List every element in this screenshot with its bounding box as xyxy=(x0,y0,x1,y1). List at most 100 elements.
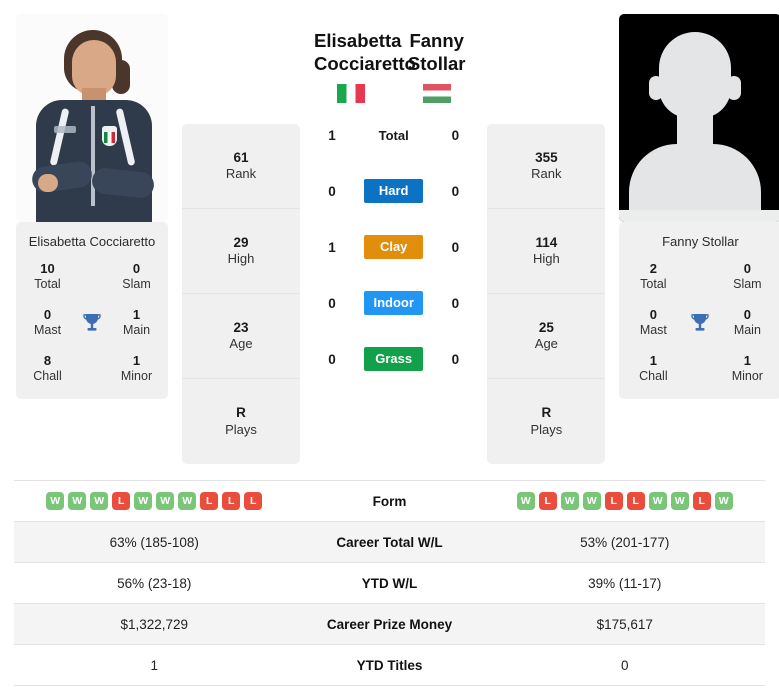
left-titles-main-label: Main xyxy=(122,323,151,338)
form-badge-win: W xyxy=(134,492,153,510)
right-stat-plays-value: R xyxy=(541,405,552,421)
left-stat-age: 23 Age xyxy=(182,294,300,379)
h2h-total-label: Total xyxy=(378,127,409,143)
left-stat-high: 29 High xyxy=(182,209,300,294)
left-player-stats-column: 61 Rank 29 High 23 Age R Plays xyxy=(182,14,300,464)
h2h-indoor-left: 0 xyxy=(328,295,336,311)
left-career-total-wl: 63% (185-108) xyxy=(109,534,199,550)
left-player-form: WWWLWWWLLL xyxy=(14,492,295,510)
comparison-table: WWWLWWWLLL Form WLWWLLWWLW 63% (185-108)… xyxy=(14,480,765,686)
right-titles-minor-label: Minor xyxy=(731,369,763,383)
left-player-name-block: Elisabetta Cocciaretto xyxy=(314,14,416,104)
surface-button-indoor[interactable]: Indoor xyxy=(364,291,424,316)
left-stat-rank: 61 Rank xyxy=(182,124,300,209)
table-row: 63% (185-108) Career Total W/L 53% (201-… xyxy=(14,522,765,563)
surface-button-clay[interactable]: Clay xyxy=(364,235,424,260)
row-label-ytd-titles: YTD Titles xyxy=(356,657,423,673)
form-badge-loss: L xyxy=(244,492,263,510)
flag-italy-icon xyxy=(336,84,365,104)
left-stat-rank-value: 61 xyxy=(233,149,249,165)
right-titles-total: 2 Total xyxy=(627,261,679,293)
left-player-photo-caption: Elisabetta Cocciaretto xyxy=(28,234,156,249)
left-ytd-titles: 1 xyxy=(150,657,158,673)
right-stat-rank-label: Rank xyxy=(531,166,562,182)
right-player-photo-caption: Fanny Stollar xyxy=(662,234,739,249)
table-row: WWWLWWWLLL Form WLWWLLWWLW xyxy=(14,481,765,522)
right-player-name: Fanny Stollar xyxy=(407,30,466,74)
right-titles-main-label: Main xyxy=(733,323,761,338)
left-player-last-name: Cocciaretto xyxy=(314,52,416,74)
h2h-hard-left: 0 xyxy=(328,183,336,199)
right-player-photo-column: Fanny Stollar 2 Total 0 Slam 0 Mast 0 Ma… xyxy=(619,14,779,464)
left-titles-mast-value: 0 xyxy=(43,306,52,322)
right-ytd-wl: 39% (11-17) xyxy=(588,575,662,591)
table-row: 1 YTD Titles 0 xyxy=(14,645,765,686)
left-player-stat-stack: 61 Rank 29 High 23 Age R Plays xyxy=(182,124,300,464)
right-player-stat-stack: 355 Rank 114 High 25 Age R Plays xyxy=(487,124,606,464)
h2h-row-indoor: 0 Indoor 0 xyxy=(314,289,473,317)
left-titles-slam-label: Slam xyxy=(122,277,151,292)
left-titles-mast: 0 Mast xyxy=(24,307,71,339)
right-stat-plays: R Plays xyxy=(487,379,605,464)
form-badge-win: W xyxy=(90,492,109,510)
right-player-stats-column: 355 Rank 114 High 25 Age R Plays xyxy=(487,14,606,464)
row-label-career-total-wl: Career Total W/L xyxy=(336,534,443,550)
left-stat-age-label: Age xyxy=(229,336,253,352)
left-titles-chall-label: Chall xyxy=(33,369,62,383)
right-titles-total-value: 2 xyxy=(649,261,657,276)
head-to-head-surface-breakdown: 1 Total 0 0 Hard 0 1 Clay 0 0 Indoor 0 0 xyxy=(314,121,473,373)
left-stat-plays-label: Plays xyxy=(225,421,257,437)
left-stat-high-value: 29 xyxy=(233,234,249,250)
right-stat-rank: 355 Rank xyxy=(487,124,606,209)
right-ytd-titles: 0 xyxy=(620,657,629,673)
right-stat-high: 114 High xyxy=(487,209,606,294)
table-row: $1,322,729 Career Prize Money $175,617 xyxy=(14,604,765,645)
table-row: 56% (23-18) YTD W/L 39% (11-17) xyxy=(14,563,765,604)
left-stat-plays-value: R xyxy=(236,405,246,421)
left-titles-minor-label: Minor xyxy=(120,369,153,383)
surface-button-grass[interactable]: Grass xyxy=(364,347,424,372)
left-titles-slam: 0 Slam xyxy=(113,261,160,293)
left-titles-total-label: Total xyxy=(34,277,61,292)
right-stat-age-value: 25 xyxy=(538,319,554,335)
form-badge-win: W xyxy=(560,492,579,510)
right-titles-slam: 0 Slam xyxy=(721,261,773,293)
h2h-row-clay: 1 Clay 0 xyxy=(314,233,473,261)
form-badge-loss: L xyxy=(222,492,241,510)
form-badge-win: W xyxy=(582,492,601,510)
left-player-first-name: Elisabetta xyxy=(314,30,402,51)
head-to-head-column: Elisabetta Cocciaretto Fanny Stollar 1 T… xyxy=(314,14,473,464)
left-stat-high-label: High xyxy=(227,251,255,267)
form-badge-loss: L xyxy=(200,492,219,510)
left-titles-chall: 8 Chall xyxy=(24,353,71,385)
row-label-ytd-wl: YTD W/L xyxy=(361,575,418,591)
h2h-total-left: 1 xyxy=(328,127,336,143)
h2h-grass-left: 0 xyxy=(328,351,336,367)
surface-button-hard[interactable]: Hard xyxy=(364,179,424,204)
right-stat-age-label: Age xyxy=(534,336,558,352)
right-titles-mast-label: Mast xyxy=(639,323,667,338)
right-titles-minor: 1 Minor xyxy=(721,353,773,385)
flag-hungary-icon xyxy=(422,84,451,104)
form-badge-loss: L xyxy=(112,492,131,510)
left-stat-age-value: 23 xyxy=(233,319,249,335)
right-stat-high-value: 114 xyxy=(535,234,558,250)
row-label-career-prize-money: Career Prize Money xyxy=(326,616,453,632)
right-stat-rank-value: 355 xyxy=(535,149,558,165)
h2h-row-grass: 0 Grass 0 xyxy=(314,345,473,373)
right-titles-slam-value: 0 xyxy=(743,261,751,276)
left-ytd-wl: 56% (23-18) xyxy=(117,575,192,591)
right-player-titles-card: Fanny Stollar 2 Total 0 Slam 0 Mast 0 Ma… xyxy=(619,222,779,399)
row-label-form: Form xyxy=(372,493,407,509)
left-titles-main-value: 1 xyxy=(132,306,141,322)
right-career-prize-money: $175,617 xyxy=(596,616,653,632)
form-badge-win: W xyxy=(670,492,689,510)
form-badge-win: W xyxy=(516,492,535,510)
h2h-clay-left: 1 xyxy=(328,239,336,255)
left-player-titles-card: Elisabetta Cocciaretto 10 Total 0 Slam 0… xyxy=(16,222,168,399)
right-titles-chall-value: 1 xyxy=(649,352,657,368)
left-titles-slam-value: 0 xyxy=(132,261,141,276)
left-titles-total-value: 10 xyxy=(40,261,55,276)
trophy-icon xyxy=(679,311,721,335)
right-stat-high-label: High xyxy=(532,251,560,267)
